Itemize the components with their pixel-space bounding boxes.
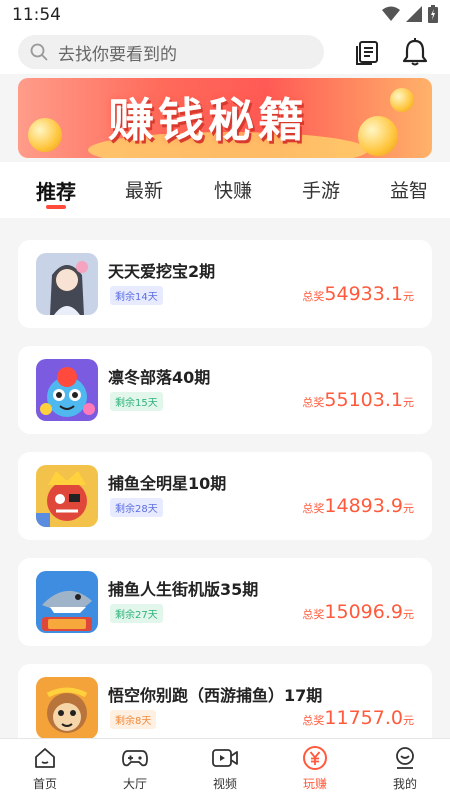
bell-icon bbox=[402, 38, 428, 66]
list-item[interactable]: 捕鱼人生街机版35期 剩余27天 总奖15096.9元 bbox=[18, 558, 432, 646]
tab-mobile-games[interactable]: 手游 bbox=[302, 176, 340, 203]
nav-play-earn[interactable]: 玩赚 bbox=[285, 745, 345, 792]
nav-profile[interactable]: 我的 bbox=[375, 745, 435, 792]
monkey-icon bbox=[36, 677, 98, 739]
remaining-badge: 剩余15天 bbox=[110, 392, 163, 411]
prize-amount: 总奖11757.0元 bbox=[302, 707, 414, 729]
status-bar: 11:54 bbox=[0, 0, 450, 30]
prize-amount: 总奖14893.9元 bbox=[302, 495, 414, 517]
coin-icon bbox=[358, 116, 398, 156]
wifi-icon bbox=[382, 6, 400, 21]
history-button[interactable] bbox=[352, 36, 384, 68]
notification-button[interactable] bbox=[399, 36, 431, 68]
promo-banner[interactable]: 赚钱秘籍 bbox=[18, 78, 432, 158]
battery-icon bbox=[428, 5, 438, 23]
nav-home[interactable]: 首页 bbox=[15, 745, 75, 792]
nav-lobby[interactable]: 大厅 bbox=[105, 745, 165, 792]
prize-amount: 总奖15096.9元 bbox=[302, 601, 414, 623]
game-name: 捕鱼人生街机版35期 bbox=[108, 580, 259, 599]
search-icon bbox=[30, 43, 48, 61]
remaining-badge: 剩余27天 bbox=[110, 604, 163, 623]
list-item[interactable]: 天天爱挖宝2期 剩余14天 总奖54933.1元 bbox=[18, 240, 432, 328]
list-item[interactable]: 凛冬部落40期 剩余15天 总奖55103.1元 bbox=[18, 346, 432, 434]
tab-recommend[interactable]: 推荐 bbox=[36, 176, 76, 205]
nav-video[interactable]: 视频 bbox=[195, 745, 255, 792]
top-bar: 去找你要看到的 bbox=[0, 30, 450, 74]
game-name: 捕鱼全明星10期 bbox=[108, 474, 227, 493]
game-name: 凛冬部落40期 bbox=[108, 368, 211, 387]
video-icon bbox=[212, 749, 238, 767]
remaining-badge: 剩余8天 bbox=[110, 710, 157, 729]
document-list-icon bbox=[356, 41, 378, 65]
status-time: 11:54 bbox=[12, 5, 61, 25]
shark-icon bbox=[36, 571, 98, 633]
game-name: 悟空你别跑（西游捕鱼）17期 bbox=[108, 686, 323, 705]
status-icons bbox=[382, 5, 438, 23]
tab-puzzle[interactable]: 益智 bbox=[390, 176, 428, 203]
home-icon bbox=[35, 748, 55, 768]
coin-icon bbox=[390, 88, 414, 112]
active-tab-indicator bbox=[46, 205, 66, 209]
profile-icon bbox=[396, 747, 414, 769]
search-input[interactable]: 去找你要看到的 bbox=[18, 35, 324, 69]
signal-icon bbox=[406, 6, 422, 22]
search-placeholder: 去找你要看到的 bbox=[58, 44, 177, 65]
gamepad-icon bbox=[122, 750, 148, 767]
remaining-badge: 剩余28天 bbox=[110, 498, 163, 517]
category-tabs: 推荐 最新 快赚 手游 益智 bbox=[0, 162, 450, 218]
coin-icon bbox=[28, 118, 62, 152]
bottom-nav: 首页 大厅 视频 玩赚 我的 bbox=[0, 738, 450, 800]
girl-avatar-icon bbox=[36, 253, 98, 315]
game-name: 天天爱挖宝2期 bbox=[108, 262, 216, 281]
yuan-coin-icon bbox=[303, 746, 327, 770]
remaining-badge: 剩余14天 bbox=[110, 286, 163, 305]
cartoon-cat-icon bbox=[36, 359, 98, 421]
prize-amount: 总奖55103.1元 bbox=[302, 389, 414, 411]
pirate-icon bbox=[36, 465, 98, 527]
tab-quick-earn[interactable]: 快赚 bbox=[214, 176, 252, 203]
banner-title: 赚钱秘籍 bbox=[108, 93, 308, 147]
tab-latest[interactable]: 最新 bbox=[125, 176, 163, 203]
list-item[interactable]: 捕鱼全明星10期 剩余28天 总奖14893.9元 bbox=[18, 452, 432, 540]
prize-amount: 总奖54933.1元 bbox=[302, 283, 414, 305]
